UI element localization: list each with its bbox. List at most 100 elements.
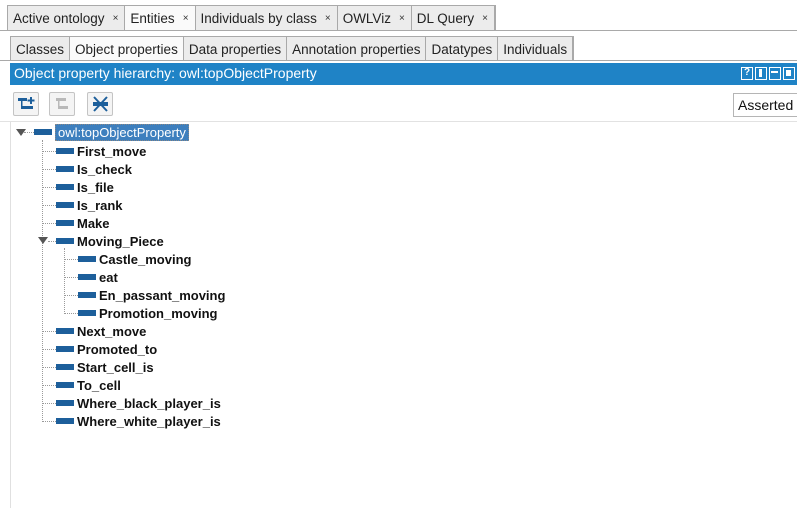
tree-node-label: owl:topObjectProperty — [55, 123, 189, 141]
tree-node-label: Start_cell_is — [77, 359, 154, 375]
tree-node-label: Castle_moving — [99, 251, 192, 267]
tree-node[interactable]: Where_white_player_is — [56, 412, 221, 430]
tree-connector — [64, 259, 78, 260]
entity-tab-bar: Classes Object properties Data propertie… — [10, 36, 575, 61]
tree-node-label: Moving_Piece — [77, 233, 164, 249]
tree-node[interactable]: First_move — [56, 142, 146, 160]
delete-property-icon — [93, 96, 108, 112]
tab-data-properties[interactable]: Data properties — [184, 37, 288, 61]
tree-node-label: Promotion_moving — [99, 305, 218, 321]
add-sibling-property-icon — [56, 98, 68, 109]
tree-connector — [48, 241, 56, 242]
tree-node[interactable]: Promoted_to — [56, 340, 157, 358]
object-property-icon — [34, 129, 52, 135]
tab-classes[interactable]: Classes — [11, 37, 71, 61]
object-property-icon — [56, 202, 74, 208]
tree-node-label: Where_white_player_is — [77, 413, 221, 429]
tab-label: Active ontology — [13, 10, 105, 26]
tab-label: DL Query — [416, 10, 475, 26]
tree-node-label: eat — [99, 269, 118, 285]
tree-node-label: Is_check — [77, 161, 132, 177]
object-property-icon — [56, 148, 74, 154]
object-property-icon — [56, 220, 74, 226]
tree-connector — [42, 169, 56, 170]
split-vertical-icon[interactable] — [755, 67, 767, 80]
tab-label: OWLViz — [342, 10, 391, 26]
tab-object-properties[interactable]: Object properties — [70, 37, 184, 61]
tree-connector — [42, 403, 56, 404]
object-property-icon — [78, 256, 96, 262]
object-property-icon — [56, 382, 74, 388]
tree-connector — [42, 205, 56, 206]
tree-node[interactable]: To_cell — [56, 376, 121, 394]
add-subproperty-icon — [18, 97, 35, 109]
tree-connector — [42, 421, 56, 422]
object-property-icon — [56, 238, 74, 244]
tree-connector — [24, 132, 34, 133]
tree-node[interactable]: En_passant_moving — [78, 286, 225, 304]
tab-label: Entities — [130, 10, 175, 26]
hierarchy-mode-select[interactable]: Asserted — [733, 93, 797, 117]
tree-node[interactable]: Is_check — [56, 160, 132, 178]
tree-node[interactable]: Is_rank — [56, 196, 123, 214]
tab-individuals-by-class[interactable]: Individuals by class × — [195, 6, 338, 30]
tree-node[interactable]: Where_black_player_is — [56, 394, 221, 412]
tree-connector — [42, 385, 56, 386]
tree-connector — [64, 277, 78, 278]
close-icon[interactable]: × — [325, 13, 331, 24]
divider — [0, 30, 797, 31]
tree-connector — [64, 295, 78, 296]
object-property-icon — [56, 346, 74, 352]
view-toolbar: Asserted — [10, 88, 797, 120]
collapse-toggle-icon[interactable] — [38, 237, 48, 244]
close-icon[interactable]: × — [482, 13, 488, 24]
tree-node-root[interactable]: owl:topObjectProperty — [34, 123, 189, 141]
tab-label: Individuals by class — [200, 10, 317, 26]
close-icon[interactable]: × — [113, 13, 119, 24]
tree-node[interactable]: Is_file — [56, 178, 114, 196]
tab-datatypes[interactable]: Datatypes — [426, 37, 499, 61]
view-header: Object property hierarchy: owl:topObject… — [10, 63, 797, 85]
tree-connector — [42, 349, 56, 350]
tree-node[interactable]: Start_cell_is — [56, 358, 154, 376]
object-property-icon — [56, 166, 74, 172]
object-property-tree: owl:topObjectProperty First_move Is_chec… — [10, 122, 797, 508]
tree-node-label: To_cell — [77, 377, 121, 393]
tree-node-label: Is_rank — [77, 197, 123, 213]
tree-connector — [42, 367, 56, 368]
tree-node-label: En_passant_moving — [99, 287, 226, 303]
tree-node-label: Make — [77, 215, 110, 231]
tree-node[interactable]: eat — [78, 268, 118, 286]
tree-connector — [64, 248, 65, 312]
tab-dl-query[interactable]: DL Query × — [411, 6, 495, 30]
tab-individuals[interactable]: Individuals — [498, 37, 574, 61]
object-property-icon — [56, 364, 74, 370]
tree-node[interactable]: Next_move — [56, 322, 146, 340]
object-property-icon — [56, 184, 74, 190]
help-icon[interactable]: ? — [741, 67, 753, 80]
add-subproperty-button[interactable] — [13, 92, 39, 116]
tab-owlviz[interactable]: OWLViz × — [337, 6, 412, 30]
tree-node-label: Promoted_to — [77, 341, 158, 357]
divider — [0, 60, 797, 61]
tab-active-ontology[interactable]: Active ontology × — [8, 6, 126, 30]
tree-node[interactable]: Promotion_moving — [78, 304, 217, 322]
tree-node[interactable]: Moving_Piece — [56, 232, 164, 250]
close-icon[interactable]: × — [183, 13, 189, 24]
tab-annotation-properties[interactable]: Annotation properties — [287, 37, 427, 61]
maximize-icon[interactable] — [783, 67, 795, 80]
add-sibling-property-button[interactable] — [49, 92, 75, 116]
close-icon[interactable]: × — [399, 13, 405, 24]
tree-connector — [42, 140, 43, 420]
tree-node[interactable]: Make — [56, 214, 110, 232]
tree-connector — [42, 223, 56, 224]
object-property-icon — [56, 328, 74, 334]
tab-entities[interactable]: Entities × — [125, 6, 196, 30]
tree-connector — [42, 187, 56, 188]
tree-node[interactable]: Castle_moving — [78, 250, 191, 268]
top-tab-bar: Active ontology × Entities × Individuals… — [0, 0, 797, 31]
split-horizontal-icon[interactable] — [769, 67, 781, 80]
tree-node-label: Is_file — [77, 179, 114, 195]
delete-property-button[interactable] — [87, 92, 113, 116]
view-header-controls: ? — [741, 67, 795, 80]
